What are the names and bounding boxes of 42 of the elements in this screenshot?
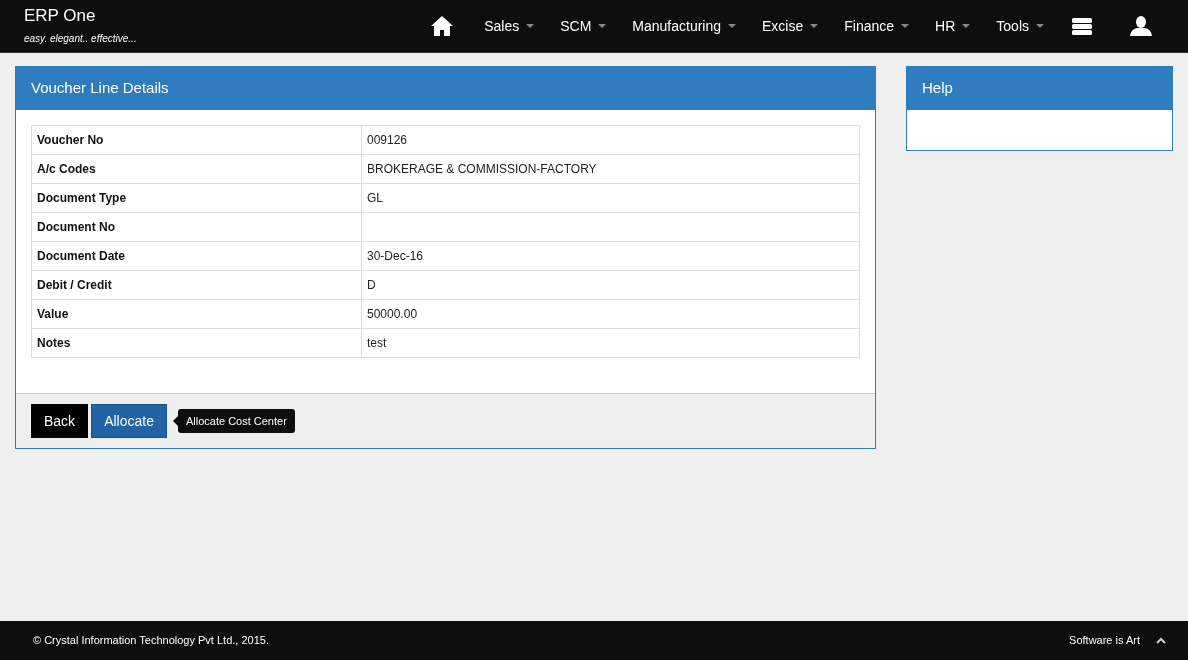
caret-icon — [901, 24, 910, 28]
action-button[interactable]: Back — [31, 404, 89, 438]
nav-menu[interactable]: Tools — [983, 15, 1057, 37]
field-label: Debit / Credit — [31, 270, 362, 300]
nav-menu[interactable]: Manufacturing — [619, 15, 750, 37]
nav-menu[interactable]: Sales — [471, 15, 548, 37]
field-value: D — [361, 270, 860, 300]
panel-title: Voucher Line Details — [31, 78, 169, 99]
caret-icon — [962, 24, 971, 28]
brand-tagline: easy. elegant.. effective... — [24, 32, 137, 46]
chevron-up-icon[interactable] — [1156, 637, 1166, 644]
tooltip-arrow-icon — [172, 415, 178, 426]
user-icon[interactable] — [1130, 16, 1152, 36]
field-value: 009126 — [361, 125, 860, 155]
caret-icon — [1036, 24, 1044, 28]
copyright-text: © Crystal Information Technology Pvt Ltd., 2015. — [33, 633, 269, 649]
nav-menu[interactable]: Finance — [831, 15, 923, 37]
field-value: 30-Dec-16 — [361, 241, 860, 271]
field-value: test — [361, 328, 860, 358]
brand-title[interactable]: ERP One — [24, 6, 137, 26]
panel-title: Help — [922, 78, 953, 99]
field-label: Value — [31, 299, 362, 329]
nav-menu[interactable]: HR — [922, 15, 984, 37]
nav-menu[interactable]: SCM — [547, 15, 620, 37]
field-label: Voucher No — [31, 125, 362, 155]
field-label: A/c Codes — [31, 154, 362, 184]
caret-icon — [810, 24, 819, 28]
field-label: Document No — [31, 212, 362, 242]
field-value: GL — [361, 183, 860, 213]
field-label: Document Type — [31, 183, 362, 213]
field-label: Notes — [31, 328, 362, 358]
caret-icon — [728, 24, 737, 28]
action-button[interactable]: Allocate — [91, 404, 167, 438]
field-value: BROKERAGE & COMMISSION-FACTORY — [361, 154, 860, 184]
home-icon[interactable] — [431, 16, 454, 36]
caret-icon — [598, 24, 607, 28]
footer-tagline: Software is Art — [1069, 633, 1140, 649]
server-icon[interactable] — [1072, 17, 1092, 35]
field-label: Document Date — [31, 241, 362, 271]
caret-icon — [526, 24, 535, 28]
nav-menu[interactable]: Excise — [749, 15, 832, 37]
field-value: 50000.00 — [361, 299, 860, 329]
